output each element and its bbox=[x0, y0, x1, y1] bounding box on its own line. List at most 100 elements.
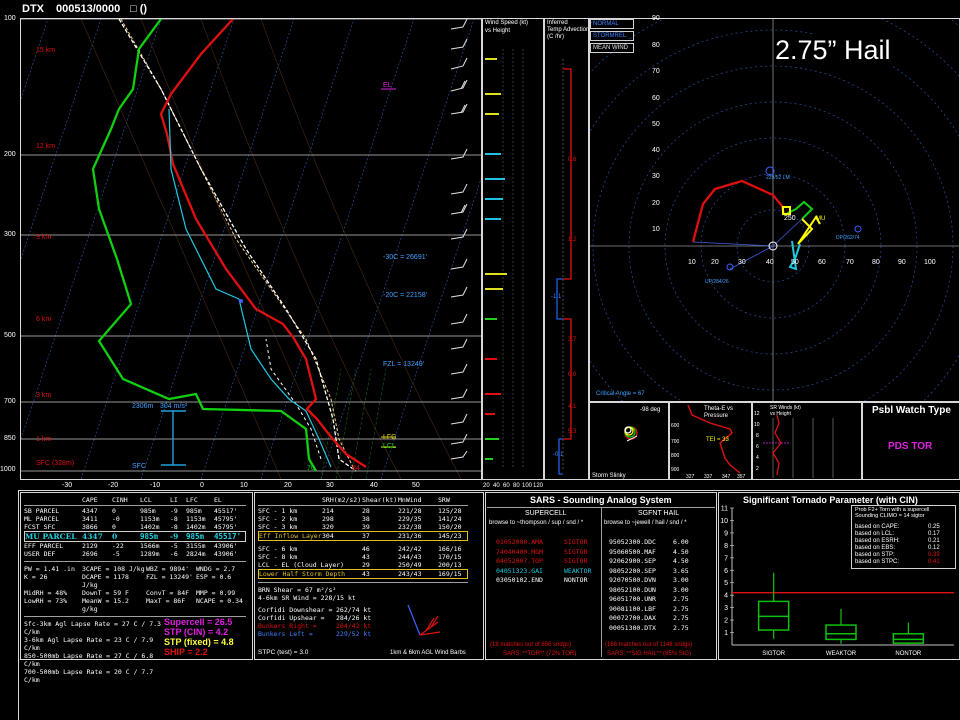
sars-match-size: 4.50 bbox=[673, 557, 689, 565]
sars-hail-match[interactable]: 95060500.MAF 4.50 bbox=[609, 548, 689, 558]
sars-supercell-match[interactable]: 01052000.AMA SIGTOR bbox=[496, 538, 591, 548]
sars-hail-match[interactable]: 90081100.LBF 2.75 bbox=[609, 605, 689, 615]
storm-slinky-svg bbox=[624, 426, 638, 442]
header-station: DTX bbox=[22, 3, 44, 15]
parcel-table: CAPE CINH LCL LI LFC EL SB PARCEL 4347 0… bbox=[24, 496, 246, 684]
sars-supercell-match[interactable]: 04051323.GAI WEAKTOR bbox=[496, 567, 591, 577]
parcel-cell: 2696 bbox=[82, 550, 98, 558]
sars-match-size: 3.65 bbox=[673, 566, 689, 575]
kin-cell: 229/35 bbox=[398, 515, 422, 523]
sars-supercell-match[interactable]: 04052007.TOP SIGTOR bbox=[496, 557, 591, 567]
theta-e-p-tick: 800 bbox=[671, 453, 680, 459]
header-extra: □ () bbox=[130, 3, 148, 15]
hodograph-x-tick: 100 bbox=[924, 259, 936, 266]
kinematics-row: SFC - 6 km 46 242/42 166/16 bbox=[258, 545, 468, 553]
sars-hail-match[interactable]: 92062900.SEP 4.50 bbox=[609, 557, 689, 567]
hodograph-x-tick: 90 bbox=[898, 259, 906, 266]
parcel-row-name: ML PARCEL bbox=[24, 515, 60, 523]
kin-cell: 320 bbox=[322, 523, 334, 531]
kin-cell: 221/28 bbox=[398, 507, 422, 515]
sfc-label: SFC bbox=[132, 463, 146, 470]
parcel-cell: 0 bbox=[112, 507, 116, 515]
virtual-temp-trace bbox=[120, 19, 354, 468]
corfidi-name: Corfidi Downshear = bbox=[258, 606, 333, 614]
sars-hail-match[interactable]: 00072700.DAX 2.75 bbox=[609, 614, 689, 624]
sfc-temp-label: 84 bbox=[352, 465, 360, 472]
mu-label: MU bbox=[816, 216, 826, 222]
storm-motion-vectors bbox=[692, 218, 803, 270]
sars-hail-list: 95052300.DDC 6.00 95060500.MAF 4.50 920629… bbox=[609, 538, 689, 633]
temp-tick: 30 bbox=[326, 482, 334, 489]
sars-hail-match[interactable]: 00051300.DTX 2.75 bbox=[609, 624, 689, 634]
parcel-row-name: FCST SFC bbox=[24, 523, 56, 531]
theta-e-x-tick: 357 bbox=[737, 474, 746, 480]
sars-supercell-match[interactable]: 74040400.MGM SIGTOR bbox=[496, 548, 591, 558]
sars-match-id: 92070500.DVN bbox=[609, 576, 656, 584]
minus30-label: -30C = 26691' bbox=[383, 254, 427, 261]
corfidi-value: 284/26 kt bbox=[336, 614, 372, 622]
hodograph-legend-stormrel[interactable]: STORMREL bbox=[590, 31, 634, 41]
sars-hail-match[interactable]: 98052200.SEP 3.65 bbox=[609, 567, 689, 577]
sars-match-type: SIGTOR bbox=[564, 538, 588, 546]
temp-adv-value: -1.1 bbox=[551, 294, 562, 300]
sars-hail-match[interactable]: 96051700.UNR 2.75 bbox=[609, 595, 689, 605]
parcel-cell: -8 bbox=[170, 523, 178, 531]
kin-cell: 43 bbox=[362, 570, 370, 578]
stp-box-chart: 1 2 3 4 5 6 7 8 9 10 11 SIGTOR WEAKTOR NONTOR bbox=[720, 506, 954, 657]
sars-match-id: 00072700.DAX bbox=[609, 614, 656, 622]
kinematics-row: SFC - 8 km 43 244/43 170/15 bbox=[258, 553, 468, 561]
lapse-rate-line: Sfc-3km Agl Lapse Rate = 27 C / 7.3 C/km bbox=[24, 620, 161, 636]
hodograph-legend-normal[interactable]: NORMAL bbox=[590, 19, 634, 29]
kin-row-name: SFC - 3 km bbox=[258, 523, 298, 531]
parcel-cell: -5 bbox=[112, 550, 120, 558]
sars-match-id: 74040400.MGM bbox=[496, 547, 543, 556]
theta-e-x-tick: 337 bbox=[704, 474, 713, 480]
sars-supercell-match[interactable]: 03050102.END NONTOR bbox=[496, 576, 591, 586]
temp-adv-units: (C /hr) bbox=[547, 34, 564, 40]
index-cell: FZL = 13249' bbox=[146, 573, 193, 581]
height-label-3km: 3 km bbox=[36, 392, 52, 399]
wind-barbs bbox=[450, 19, 468, 460]
kin-cell bbox=[322, 553, 362, 561]
parcel-cell: 1289m bbox=[140, 550, 160, 558]
stp-y-tick-label: 5 bbox=[724, 580, 728, 587]
parcel-row-name: USER DEF bbox=[24, 550, 56, 558]
height-label-9km: 9 km bbox=[36, 234, 52, 241]
parcel-cell: 1566m bbox=[140, 542, 160, 550]
parcel-col-el: EL bbox=[214, 496, 222, 504]
sars-hail-match[interactable]: 95052300.DDC 6.00 bbox=[609, 538, 689, 548]
sars-hail-title: SGFNT HAIL bbox=[638, 510, 680, 517]
sars-hail-match[interactable]: 92070500.DVN 3.00 bbox=[609, 576, 689, 586]
kinematics-row-effective[interactable]: Eff Inflow Layer 304 37 231/36 145/23 bbox=[258, 531, 468, 541]
sars-match-id: 00051300.DTX bbox=[609, 623, 656, 632]
theta-e-x-tick: 327 bbox=[686, 474, 695, 480]
parcel-row-selected[interactable]: MU PARCEL 4347 0 985m -9 985m 45517' bbox=[24, 531, 246, 542]
sars-hail-browse[interactable]: browse to ~jewell / hail / snd / * bbox=[604, 519, 687, 527]
wetbulb-zero-marker bbox=[239, 299, 243, 303]
slinky-title: Storm Slinky bbox=[592, 473, 626, 479]
wind-speed-tick: 80 bbox=[513, 483, 520, 489]
hodograph-legend-meanwind[interactable]: MEAN WIND bbox=[590, 43, 634, 53]
parcel-row-name: MU PARCEL bbox=[25, 532, 77, 541]
kin-col-srw: SRW bbox=[438, 496, 450, 504]
kin-cell: 166/16 bbox=[438, 545, 462, 553]
slinky-angle: -98 deg bbox=[640, 407, 661, 413]
sars-supercell-title: SUPERCELL bbox=[525, 510, 567, 517]
theta-e-p-tick: 900 bbox=[671, 467, 680, 473]
temp-adv-value: 4.1 bbox=[568, 404, 577, 410]
sars-supercell-browse[interactable]: browse to ~thompson / sup / snd / * bbox=[489, 519, 583, 527]
hodograph-x-tick: 30 bbox=[738, 259, 746, 266]
stp-box bbox=[825, 624, 857, 641]
wind-speed-subtitle: vs Height bbox=[485, 28, 511, 34]
wind-speed-svg bbox=[485, 49, 524, 469]
hodograph-y-tick: 80 bbox=[652, 42, 660, 49]
kin-row-name: SFC - 8 km bbox=[258, 553, 298, 561]
sars-match-size: 2.75 bbox=[673, 604, 689, 613]
parcel-cell: 985m bbox=[186, 507, 202, 515]
parcel-cell: 45795' bbox=[214, 515, 238, 523]
kin-cell: 214 bbox=[322, 507, 334, 515]
sars-hail-match[interactable]: 98052100.DUN 3.00 bbox=[609, 586, 689, 596]
sr-winds-tick: 6 bbox=[756, 444, 759, 450]
kinematics-row-lower-half[interactable]: Lower Half Storm Depth 43 243/43 169/15 bbox=[258, 569, 468, 579]
bunkers-left-value: 229/52 kt bbox=[336, 630, 372, 638]
